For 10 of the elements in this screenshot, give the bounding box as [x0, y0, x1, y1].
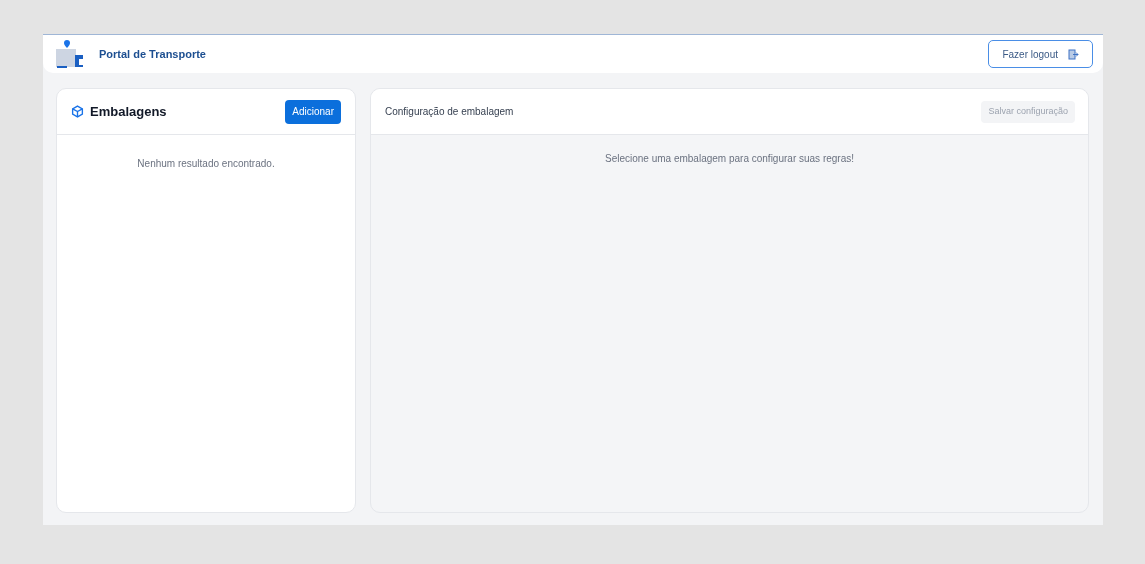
panel-title: Embalagens: [90, 102, 167, 121]
empty-message: Nenhum resultado encontrado.: [137, 158, 275, 169]
box-icon: [71, 105, 84, 118]
app-title: Portal de Transporte: [99, 46, 206, 62]
empty-message: Selecione uma embalagem para configurar suas regras!: [605, 153, 854, 164]
logout-button[interactable]: Fazer logout: [988, 40, 1093, 68]
add-button[interactable]: Adicionar: [285, 99, 341, 124]
truck-logo-icon: [55, 39, 85, 69]
panel-title: Configuração de embalagem: [385, 105, 514, 119]
logout-icon: [1068, 48, 1079, 60]
